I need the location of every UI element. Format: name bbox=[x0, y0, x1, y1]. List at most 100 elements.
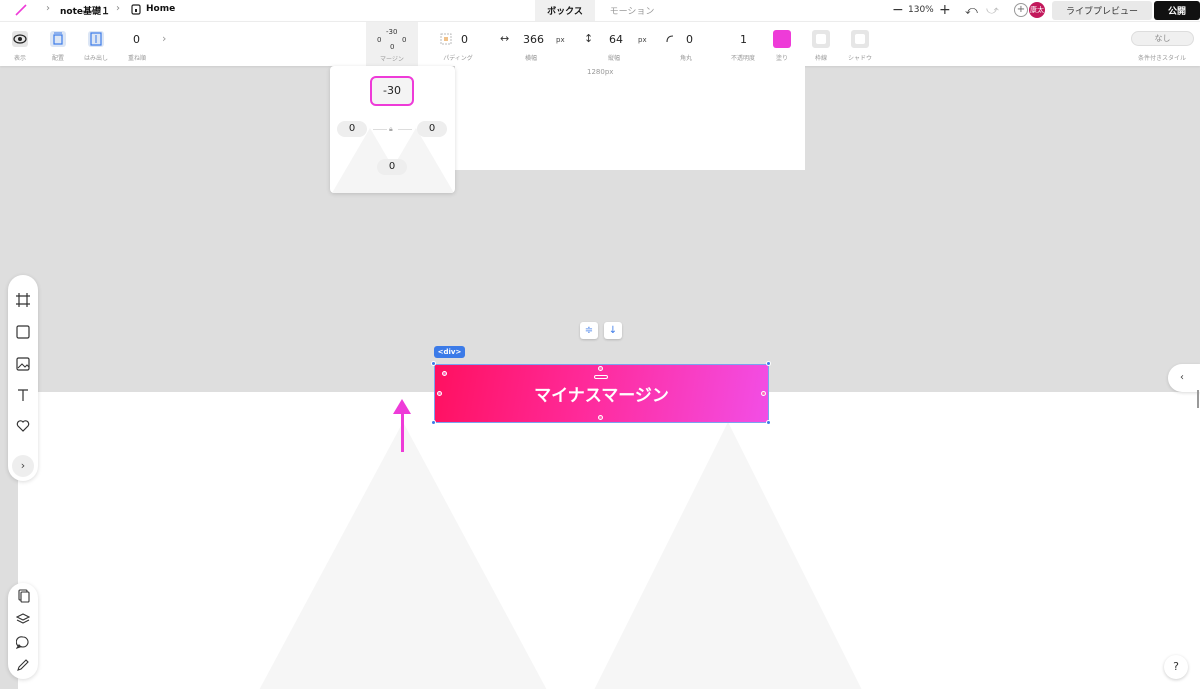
margin-handle[interactable] bbox=[437, 391, 442, 396]
shadow-swatch[interactable] bbox=[851, 30, 869, 48]
canvas-width-label: 1280px bbox=[587, 68, 614, 76]
help-button[interactable]: ? bbox=[1164, 655, 1188, 679]
drag-handle[interactable] bbox=[594, 375, 608, 379]
height-arrows-icon: ↕ bbox=[584, 32, 594, 45]
margin-popup: -30 0 🔒︎ 0 0 bbox=[330, 66, 455, 193]
box-icon[interactable] bbox=[16, 325, 30, 339]
tab-box[interactable]: ボックス bbox=[535, 0, 595, 21]
corner-radius-icon bbox=[666, 35, 674, 43]
selected-div[interactable]: マイナスマージン bbox=[434, 364, 769, 423]
resize-handle[interactable] bbox=[431, 420, 436, 425]
live-preview-button[interactable]: ライブプレビュー bbox=[1052, 1, 1152, 20]
width-value[interactable]: 366 bbox=[523, 33, 544, 46]
tab-motion[interactable]: モーション bbox=[598, 0, 666, 21]
height-unit[interactable]: px bbox=[638, 36, 647, 44]
padding-value[interactable]: 0 bbox=[461, 33, 468, 46]
text-icon[interactable] bbox=[16, 388, 30, 402]
opacity-value[interactable]: 1 bbox=[740, 33, 747, 46]
pen-icon[interactable] bbox=[16, 658, 30, 672]
conditional-style-select[interactable]: なし bbox=[1131, 31, 1194, 46]
margin-handle[interactable] bbox=[761, 391, 766, 396]
placement-icon[interactable] bbox=[50, 31, 66, 47]
canvas-section[interactable] bbox=[18, 392, 1200, 689]
page-frame[interactable] bbox=[455, 66, 805, 170]
display-label: 表示 bbox=[13, 55, 27, 62]
zoom-in-button[interactable]: + bbox=[939, 2, 951, 18]
radius-value[interactable]: 0 bbox=[686, 33, 693, 46]
heart-icon[interactable] bbox=[16, 419, 30, 433]
placement-label: 配置 bbox=[51, 55, 65, 62]
comment-icon[interactable] bbox=[16, 635, 30, 649]
breadcrumb-project[interactable]: note基礎１ bbox=[60, 4, 110, 17]
height-value[interactable]: 64 bbox=[609, 33, 623, 46]
margin-bottom-input[interactable]: 0 bbox=[377, 159, 407, 175]
top-bar: › note基礎１ › Home ボックス モーション − 130% + ⤺ ⤻… bbox=[0, 0, 1200, 21]
margin-widget[interactable]: -30 0 0 0 マージン bbox=[366, 22, 418, 67]
add-collaborator-icon[interactable]: + bbox=[1014, 3, 1028, 17]
margin-handle[interactable] bbox=[598, 415, 603, 420]
annotation-arrowhead bbox=[393, 399, 411, 414]
height-label: 縦幅 bbox=[607, 55, 621, 62]
home-icon bbox=[131, 4, 141, 15]
publish-button[interactable]: 公開 bbox=[1154, 1, 1200, 20]
layers-icon[interactable] bbox=[16, 612, 30, 626]
stack-order-value[interactable]: 0 bbox=[133, 33, 140, 46]
breadcrumb-page[interactable]: Home bbox=[146, 4, 175, 14]
margin-right-mini: 0 bbox=[402, 36, 407, 44]
expand-toolbar-icon[interactable]: › bbox=[12, 455, 34, 477]
divider bbox=[398, 129, 412, 130]
chevron-right-icon[interactable]: › bbox=[162, 32, 166, 45]
width-arrows-icon: ↔ bbox=[500, 32, 510, 45]
overflow-icon[interactable] bbox=[88, 31, 104, 47]
pages-icon[interactable] bbox=[16, 589, 30, 603]
property-toolbar: 表示 配置 はみ出し 0 重ね順 › -30 0 0 0 マージン 0 パディン… bbox=[0, 21, 1200, 67]
scrollbar[interactable] bbox=[1197, 390, 1199, 408]
fill-label: 塗り bbox=[775, 55, 789, 62]
background-triangle bbox=[593, 422, 863, 689]
image-icon[interactable] bbox=[16, 357, 30, 371]
element-tag-badge[interactable]: <div> bbox=[434, 346, 465, 358]
left-toolbar: › bbox=[8, 275, 38, 481]
shadow-label: シャドウ bbox=[847, 55, 873, 62]
background-triangle bbox=[258, 422, 548, 689]
border-label: 枠線 bbox=[814, 55, 828, 62]
conditional-style-label: 条件付きスタイル bbox=[1137, 55, 1187, 62]
studio-logo-icon[interactable] bbox=[14, 4, 28, 16]
resize-handle[interactable] bbox=[766, 361, 771, 366]
right-panel-toggle-icon[interactable]: ‹ bbox=[1168, 364, 1200, 392]
zoom-out-button[interactable]: − bbox=[892, 2, 904, 18]
margin-right-input[interactable]: 0 bbox=[417, 121, 447, 137]
opacity-label: 不透明度 bbox=[730, 55, 756, 62]
width-unit[interactable]: px bbox=[556, 36, 565, 44]
margin-top-input[interactable]: -30 bbox=[370, 76, 414, 106]
annotation-arrow bbox=[401, 410, 404, 452]
chevron-right-icon: › bbox=[46, 3, 50, 14]
arrow-down-icon[interactable]: ↓ bbox=[604, 322, 622, 339]
margin-bottom-mini: 0 bbox=[390, 43, 395, 51]
lock-icon[interactable]: 🔒︎ bbox=[389, 125, 393, 134]
avatar[interactable]: 康太 bbox=[1029, 2, 1045, 18]
stack-order-label: 重ね順 bbox=[127, 55, 147, 62]
undo-icon[interactable]: ⤺ bbox=[965, 3, 978, 18]
padding-label: パディング bbox=[443, 55, 473, 62]
divider bbox=[373, 129, 387, 130]
border-swatch[interactable] bbox=[812, 30, 830, 48]
eye-icon[interactable] bbox=[12, 31, 28, 47]
gear-icon[interactable] bbox=[442, 371, 447, 376]
redo-icon[interactable]: ⤻ bbox=[986, 3, 999, 18]
margin-handle[interactable] bbox=[598, 366, 603, 371]
frame-icon[interactable] bbox=[16, 293, 30, 307]
margin-top-mini: -30 bbox=[386, 28, 398, 36]
zoom-level[interactable]: 130% bbox=[908, 5, 934, 15]
selected-div-text[interactable]: マイナスマージン bbox=[534, 381, 669, 406]
align-icon[interactable]: ≑ bbox=[580, 322, 598, 339]
fill-color-swatch[interactable] bbox=[773, 30, 791, 48]
chevron-right-icon: › bbox=[116, 3, 120, 14]
resize-handle[interactable] bbox=[431, 361, 436, 366]
margin-left-input[interactable]: 0 bbox=[337, 121, 367, 137]
resize-handle[interactable] bbox=[766, 420, 771, 425]
overflow-label: はみ出し bbox=[83, 55, 109, 62]
radius-label: 角丸 bbox=[679, 55, 693, 62]
padding-icon bbox=[440, 33, 452, 45]
left-toolbar-bottom bbox=[8, 583, 38, 679]
